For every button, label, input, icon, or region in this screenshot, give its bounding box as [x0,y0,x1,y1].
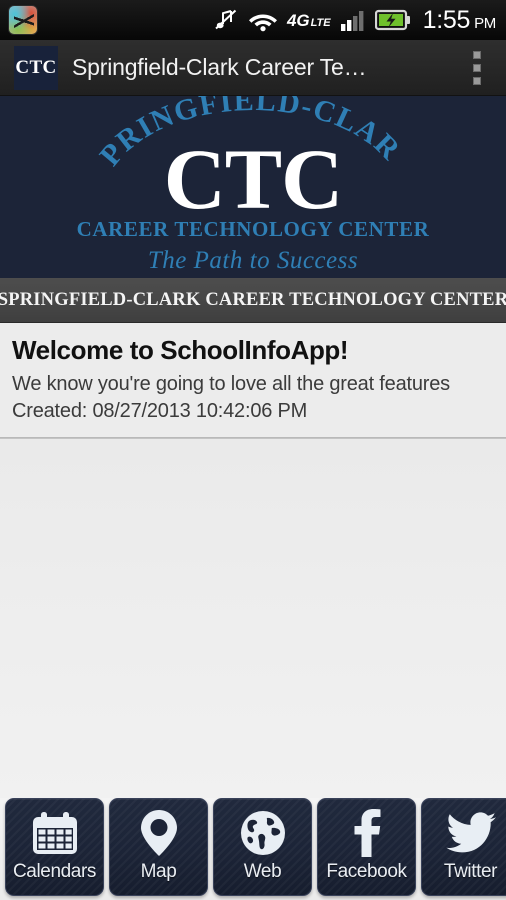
welcome-message: Welcome to SchoolInfoApp! We know you're… [0,323,506,438]
nav-button-map[interactable]: Map [109,798,208,896]
nav-label-twitter: Twitter [443,861,498,882]
app-title: Springfield-Clark Career Te… [72,54,367,80]
bottom-navigation-bar: Calendars Map Web Facebook Twitter [0,798,506,900]
battery-charging-icon [374,9,411,31]
welcome-created-date: Created: 08/27/2013 10:42:06 PM [12,399,308,422]
nav-label-facebook: Facebook [326,861,407,882]
wifi-icon [248,8,278,32]
welcome-subtitle: We know you're going to love all the gre… [12,373,450,396]
nav-button-calendars[interactable]: Calendars [5,798,104,896]
network-sub-label: LTE [310,16,331,29]
nav-button-web[interactable]: Web [213,798,312,896]
logo-tagline: The Path to Success [148,247,358,274]
nav-label-map: Map [140,861,177,882]
nav-label-calendars: Calendars [12,861,96,882]
calendar-icon [29,807,81,859]
cell-signal-icon [340,8,366,32]
4g-lte-icon: 4G LTE [287,12,331,29]
status-bar: 4G LTE 1:55 PM [0,0,506,40]
school-name-bar: SPRINGFIELD-CLARK CAREER TECHNOLOGY CENT… [0,278,506,323]
network-type-label: 4G [286,10,310,30]
app-logo-icon[interactable]: CTC [14,45,58,90]
phone-screen: 4G LTE 1:55 PM CTC Springfield-Clark Car… [0,0,506,900]
clock-time: 1:55 [422,5,471,34]
facebook-icon [341,807,393,859]
notification-app-icon [8,5,38,35]
nav-label-web: Web [243,861,282,882]
welcome-title: Welcome to SchoolInfoApp! [12,335,349,365]
overflow-menu-button[interactable] [456,42,498,94]
overflow-dot-1 [473,50,481,59]
school-logo-banner: SPRINGFIELD-CLARK CTC CAREER TECHNOLOGY … [0,96,506,278]
globe-icon [237,807,289,859]
school-name-text: SPRINGFIELD-CLARK CAREER TECHNOLOGY CENT… [0,289,506,310]
overflow-dot-3 [473,76,481,85]
silent-mode-icon [213,7,239,33]
map-pin-icon [133,807,185,859]
nav-button-twitter[interactable]: Twitter [421,798,506,896]
status-bar-clock: 1:55 PM [422,5,497,35]
logo-subtitle: CAREER TECHNOLOGY CENTER [77,217,430,241]
content-body [0,439,506,798]
clock-ampm: PM [474,14,496,32]
logo-monogram: CTC [164,131,343,227]
twitter-bird-icon [445,807,497,859]
overflow-dot-2 [473,63,481,72]
action-bar: CTC Springfield-Clark Career Te… [0,40,506,96]
nav-button-facebook[interactable]: Facebook [317,798,416,896]
app-logo-text: CTC [15,56,57,78]
